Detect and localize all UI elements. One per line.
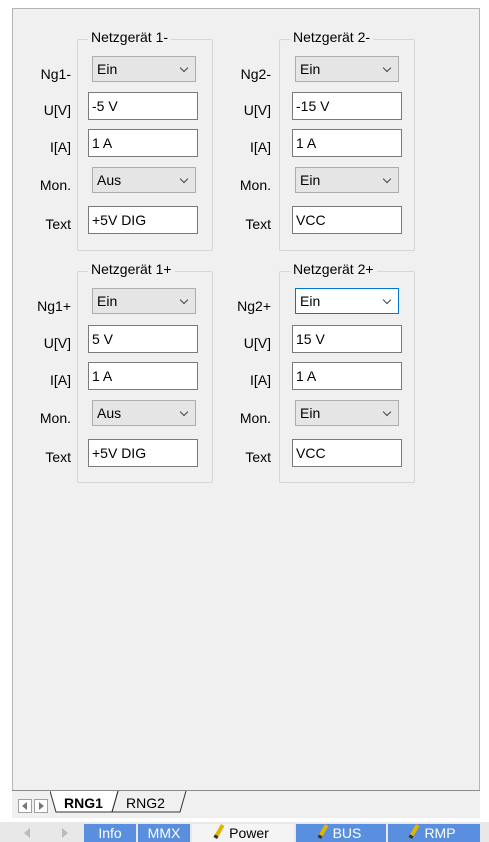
chevron-down-icon bbox=[171, 401, 195, 425]
group-title: Netzgerät 1- bbox=[88, 29, 172, 45]
text-label: Text bbox=[245, 449, 271, 465]
mon-select-value: Ein bbox=[300, 172, 321, 188]
arrow-right-icon[interactable] bbox=[62, 828, 68, 838]
group-title: Netzgerät 2- bbox=[290, 29, 374, 45]
chevron-down-icon bbox=[374, 57, 398, 81]
arrow-left-icon[interactable] bbox=[18, 799, 32, 813]
i-input[interactable]: 1 A bbox=[292, 129, 402, 157]
pencil-icon bbox=[317, 824, 329, 839]
i-input[interactable]: 1 A bbox=[88, 362, 198, 390]
state-select-value: Ein bbox=[97, 293, 118, 309]
chevron-down-icon bbox=[171, 168, 195, 192]
tab-mmx-label: MMX bbox=[147, 825, 181, 841]
text-label: Text bbox=[45, 449, 71, 465]
state-label: Ng2+ bbox=[237, 298, 271, 314]
u-input[interactable]: -5 V bbox=[88, 92, 198, 120]
chevron-down-icon bbox=[171, 289, 195, 313]
tab-mmx[interactable]: MMX bbox=[138, 824, 190, 842]
mon-label: Mon. bbox=[239, 410, 271, 426]
tab-rmp[interactable]: RMP bbox=[388, 824, 480, 842]
arrow-left-icon[interactable] bbox=[24, 828, 30, 838]
tab-bus[interactable]: BUS bbox=[296, 824, 386, 842]
u-input[interactable]: 15 V bbox=[292, 325, 402, 353]
mon-select-value: Aus bbox=[97, 172, 122, 188]
tab-power[interactable]: Power bbox=[192, 824, 294, 842]
text-input[interactable]: +5V DIG bbox=[88, 206, 198, 234]
text-input[interactable]: +5V DIG bbox=[88, 439, 198, 467]
text-label: Text bbox=[245, 216, 271, 232]
mon-select-value: Ein bbox=[300, 405, 321, 421]
group-title: Netzgerät 2+ bbox=[290, 261, 377, 277]
i-label: I[A] bbox=[249, 139, 271, 155]
tab-rmp-label: RMP bbox=[424, 825, 456, 841]
sheet-tab-bar: RNG1 RNG2 bbox=[12, 790, 480, 818]
chevron-down-icon bbox=[374, 401, 398, 425]
pencil-icon bbox=[213, 824, 225, 839]
arrow-right-icon[interactable] bbox=[34, 799, 48, 813]
settings-panel: Netzgerät 1- Ng1- Ein U[V] -5 V I[A] 1 A… bbox=[12, 8, 480, 818]
chevron-down-icon bbox=[374, 168, 398, 192]
i-label: I[A] bbox=[49, 372, 71, 388]
mon-select[interactable]: Ein bbox=[295, 167, 399, 193]
state-select-value: Ein bbox=[300, 293, 321, 309]
u-label: U[V] bbox=[243, 102, 271, 118]
state-select[interactable]: Ein bbox=[295, 56, 399, 82]
state-select[interactable]: Ein bbox=[295, 288, 399, 314]
text-label: Text bbox=[45, 216, 71, 232]
tab-info[interactable]: Info bbox=[84, 824, 136, 842]
mon-select-value: Aus bbox=[97, 405, 122, 421]
mon-select[interactable]: Ein bbox=[295, 400, 399, 426]
state-select[interactable]: Ein bbox=[92, 56, 196, 82]
state-select[interactable]: Ein bbox=[92, 288, 196, 314]
i-input[interactable]: 1 A bbox=[292, 362, 402, 390]
tab-power-label: Power bbox=[229, 825, 269, 841]
state-select-value: Ein bbox=[300, 61, 321, 77]
state-select-value: Ein bbox=[97, 61, 118, 77]
group-title: Netzgerät 1+ bbox=[88, 261, 175, 277]
state-label: Ng1+ bbox=[37, 298, 71, 314]
mon-label: Mon. bbox=[39, 177, 71, 193]
pencil-icon bbox=[408, 824, 420, 839]
mon-select[interactable]: Aus bbox=[92, 167, 196, 193]
i-label: I[A] bbox=[249, 372, 271, 388]
u-label: U[V] bbox=[243, 335, 271, 351]
state-label: Ng1- bbox=[40, 66, 71, 82]
i-input[interactable]: 1 A bbox=[88, 129, 198, 157]
module-tab-bar: Info MMX Power BUS RMP bbox=[0, 822, 489, 842]
u-input[interactable]: 5 V bbox=[88, 325, 198, 353]
u-label: U[V] bbox=[43, 335, 71, 351]
chevron-down-icon bbox=[374, 289, 398, 313]
u-label: U[V] bbox=[43, 102, 71, 118]
i-label: I[A] bbox=[49, 139, 71, 155]
mon-select[interactable]: Aus bbox=[92, 400, 196, 426]
mon-label: Mon. bbox=[239, 177, 271, 193]
text-input[interactable]: VCC bbox=[292, 439, 402, 467]
u-input[interactable]: -15 V bbox=[292, 92, 402, 120]
mon-label: Mon. bbox=[39, 410, 71, 426]
tab-info-label: Info bbox=[98, 825, 122, 841]
tab-bus-label: BUS bbox=[332, 825, 362, 841]
chevron-down-icon bbox=[171, 57, 195, 81]
sheet-tab-rng2[interactable]: RNG2 bbox=[126, 792, 165, 814]
sheet-tab-rng1[interactable]: RNG1 bbox=[64, 792, 103, 814]
state-label: Ng2- bbox=[240, 66, 271, 82]
text-input[interactable]: VCC bbox=[292, 206, 402, 234]
